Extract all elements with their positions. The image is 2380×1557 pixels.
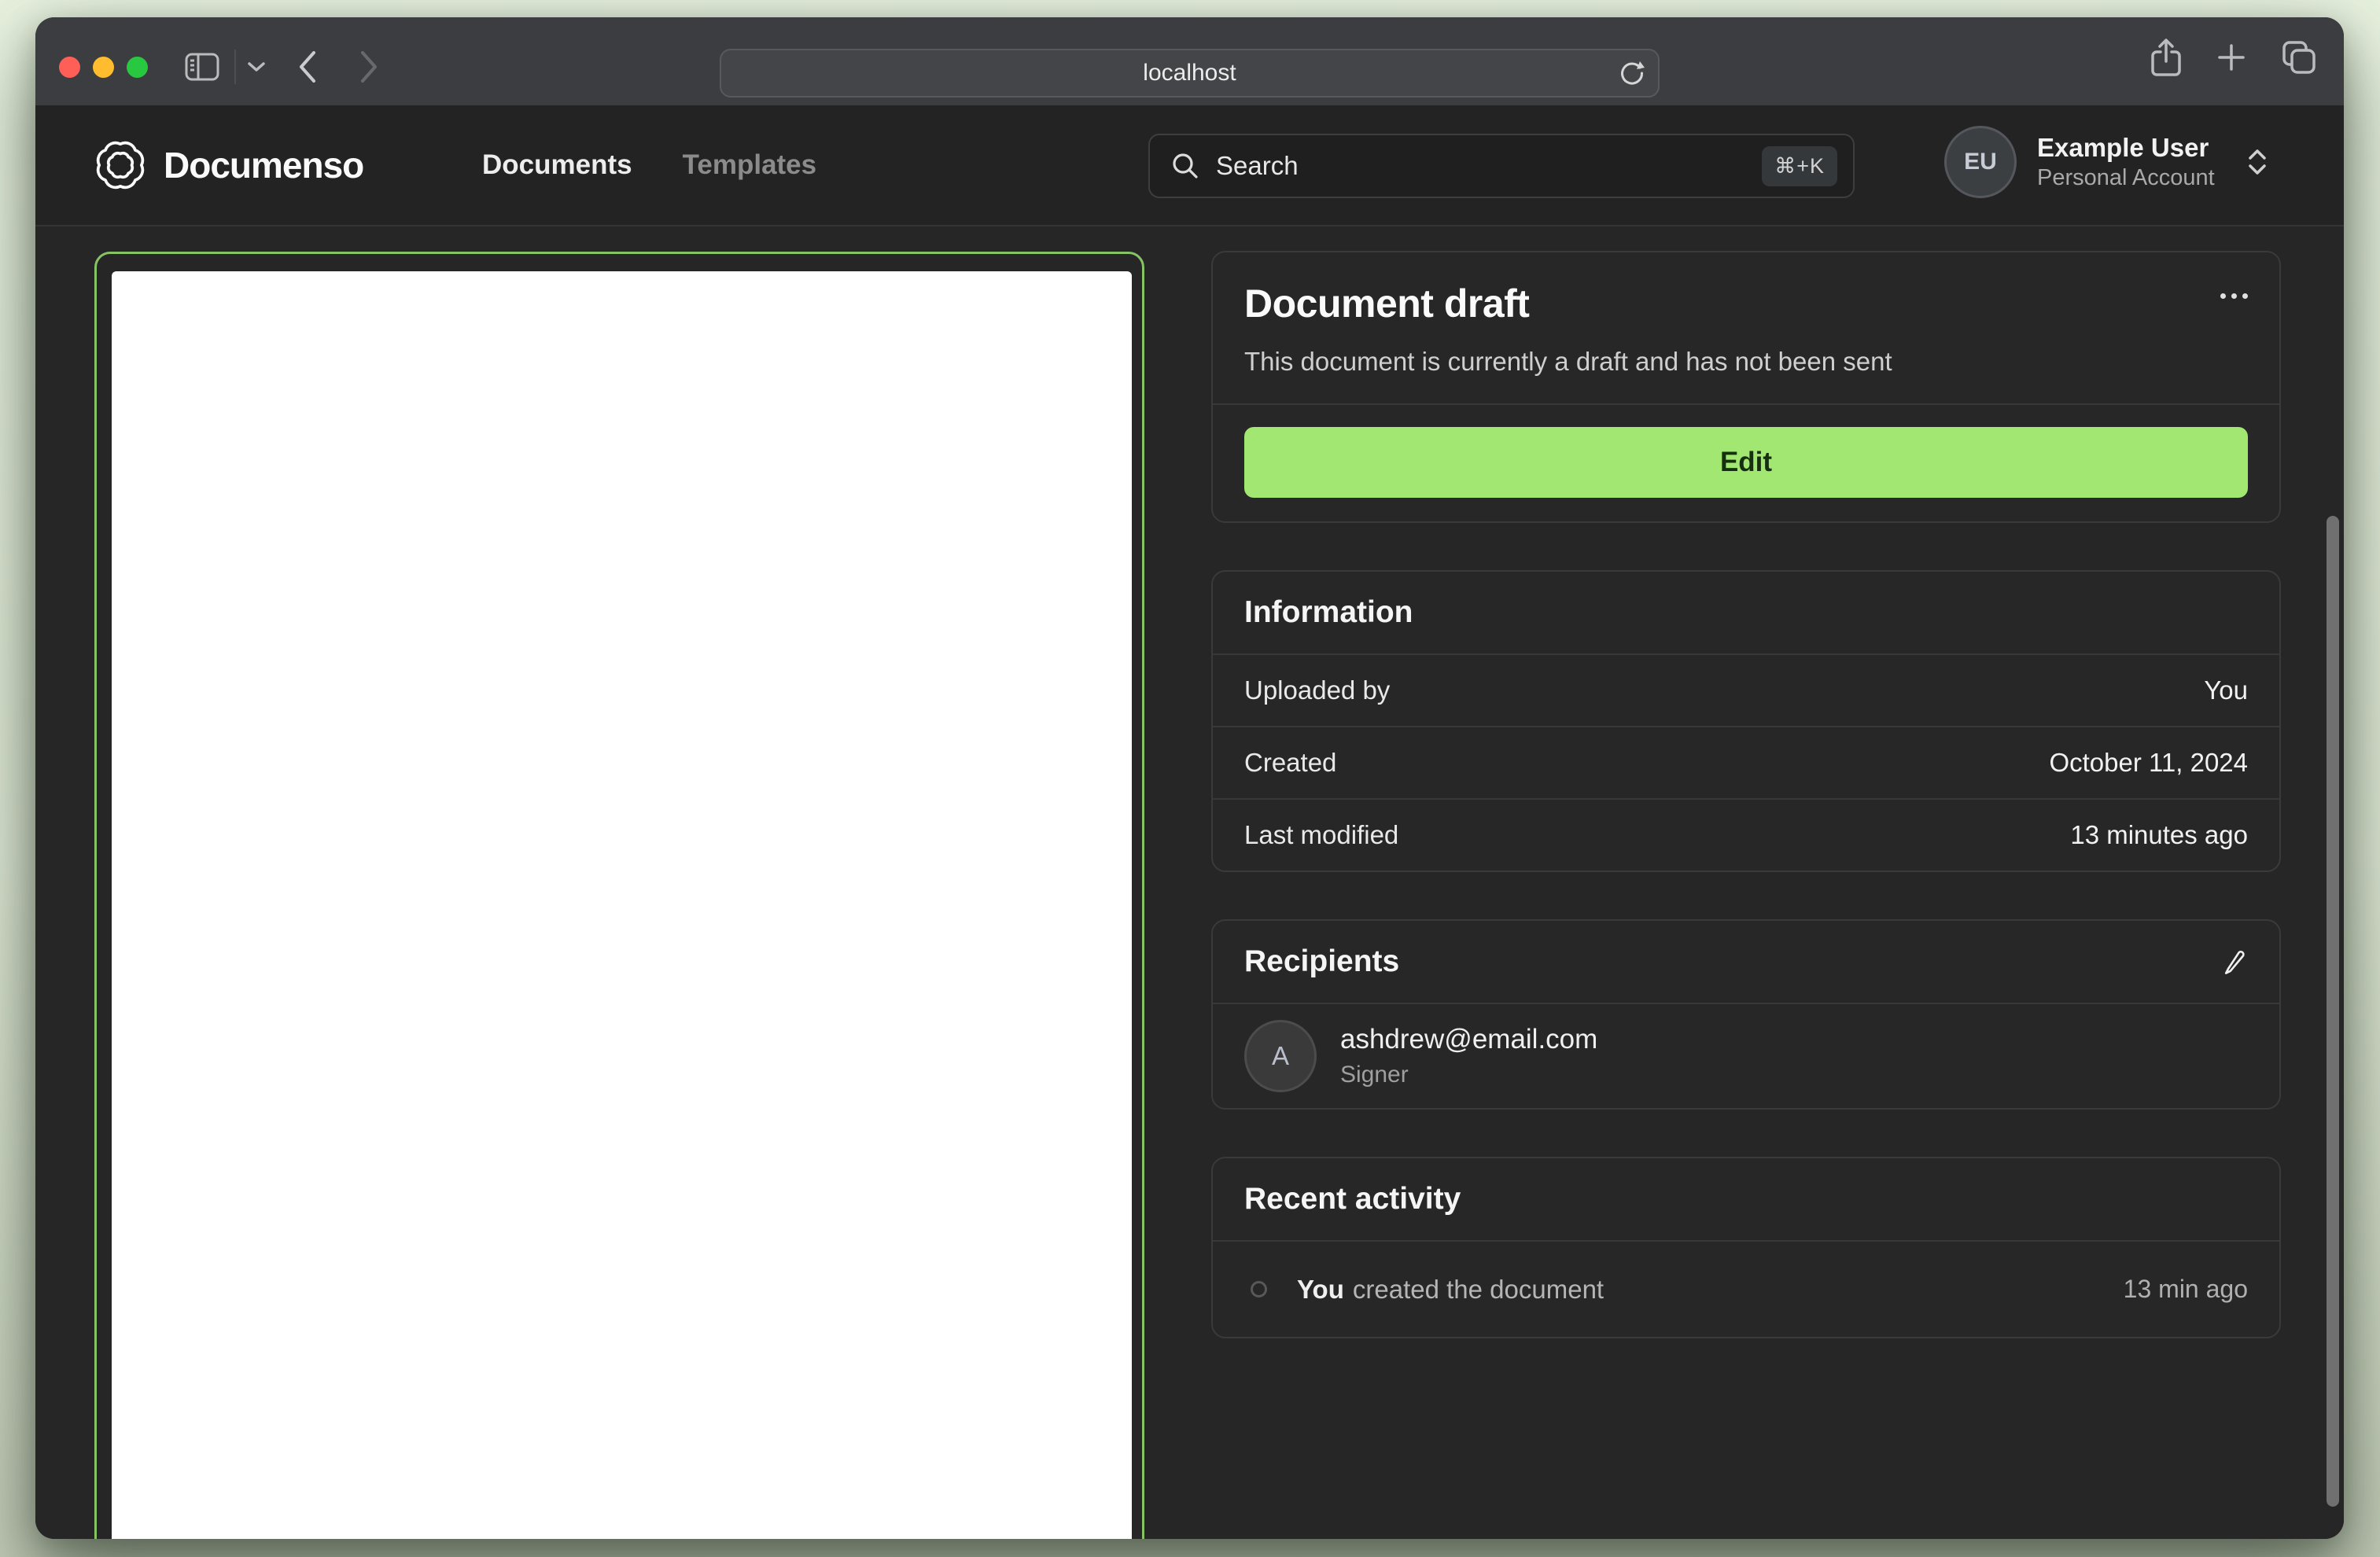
share-button[interactable] <box>2150 38 2182 77</box>
draft-status-card: Document draft This document is currentl… <box>1211 251 2281 523</box>
sidebar-icon <box>184 51 220 83</box>
recipient-details: ashdrew@email.com Signer <box>1340 1024 1597 1088</box>
documenso-logo-icon <box>94 139 146 191</box>
recipient-avatar: A <box>1244 1020 1317 1092</box>
brand-wordmark: Documenso <box>164 145 364 186</box>
account-labels: Example User Personal Account <box>2037 131 2215 193</box>
search-input[interactable]: Search ⌘+K <box>1148 134 1855 198</box>
search-placeholder: Search <box>1216 151 1299 180</box>
recipients-card: Recipients A ashdrew@email.com Signer <box>1211 919 2281 1110</box>
refresh-icon <box>1619 60 1645 86</box>
back-arrow-icon <box>297 50 318 84</box>
forward-button[interactable] <box>359 50 379 84</box>
activity-row: You created the document 13 min ago <box>1213 1240 2279 1337</box>
forward-arrow-icon <box>359 50 379 84</box>
more-options-button[interactable] <box>2220 281 2248 311</box>
info-row-uploaded-by: Uploaded by You <box>1213 653 2279 726</box>
activity-actor: You <box>1297 1274 1344 1304</box>
minimize-window-button[interactable] <box>93 56 114 78</box>
more-options-icon <box>2220 293 2248 299</box>
brand-home-link[interactable]: Documenso <box>94 139 364 191</box>
refresh-button[interactable] <box>1619 60 1645 86</box>
info-row-created: Created October 11, 2024 <box>1213 726 2279 798</box>
account-menu[interactable]: EU Example User Personal Account <box>1944 126 2268 198</box>
recipient-role: Signer <box>1340 1062 1409 1088</box>
toolbar-divider <box>234 50 236 84</box>
recipient-email: ashdrew@email.com <box>1340 1024 1598 1055</box>
browser-titlebar: localhost <box>35 17 2344 105</box>
url-bar[interactable]: localhost <box>720 49 1660 98</box>
sidebar-toggle-button[interactable] <box>184 51 220 83</box>
account-name: Example User <box>2037 132 2209 162</box>
primary-nav: Documents Templates <box>482 149 816 181</box>
tabs-overview-button[interactable] <box>2281 39 2317 75</box>
chevron-up-down-icon <box>2246 148 2268 176</box>
draft-card-subtitle: This document is currently a draft and h… <box>1244 347 1892 376</box>
account-type: Personal Account <box>2037 164 2215 190</box>
recipients-title: Recipients <box>1244 944 1400 978</box>
information-title: Information <box>1244 595 1413 629</box>
info-value: October 11, 2024 <box>2049 748 2248 777</box>
recipient-row: A ashdrew@email.com Signer <box>1213 1003 2279 1108</box>
vertical-scrollbar[interactable] <box>2327 516 2339 1507</box>
activity-action: created the document <box>1352 1274 1604 1304</box>
main-content: Document draft This document is currentl… <box>35 226 2344 1539</box>
search-icon <box>1170 151 1200 181</box>
info-label: Last modified <box>1244 820 1399 849</box>
recent-activity-title: Recent activity <box>1244 1182 1461 1216</box>
edit-button[interactable]: Edit <box>1244 427 2248 498</box>
zoom-window-button[interactable] <box>127 56 148 78</box>
search-shortcut-badge: ⌘+K <box>1762 145 1837 186</box>
plus-icon <box>2216 42 2246 72</box>
browser-window: localhost Documenso Documents Templates … <box>35 17 2344 1539</box>
pencil-icon <box>2221 948 2248 975</box>
info-row-last-modified: Last modified 13 minutes ago <box>1213 798 2279 871</box>
close-window-button[interactable] <box>59 56 80 78</box>
document-page <box>112 271 1132 1539</box>
info-value: 13 minutes ago <box>2070 820 2248 849</box>
tabs-overview-icon <box>2281 39 2317 75</box>
avatar: EU <box>1944 126 2017 198</box>
chevron-down-icon <box>247 61 266 72</box>
info-value: You <box>2204 675 2248 705</box>
information-card: Information Uploaded by You Created Octo… <box>1211 570 2281 872</box>
info-label: Created <box>1244 748 1337 777</box>
edit-recipients-button[interactable] <box>2221 948 2248 975</box>
recent-activity-card: Recent activity You created the document… <box>1211 1157 2281 1338</box>
document-sidebar: Document draft This document is currentl… <box>1211 251 2281 1386</box>
activity-text: You created the document <box>1297 1275 1604 1305</box>
share-icon <box>2150 38 2182 77</box>
draft-card-title: Document draft <box>1244 282 1530 326</box>
toolbar-chevron-button[interactable] <box>247 61 266 72</box>
new-tab-button[interactable] <box>2216 42 2246 72</box>
document-preview-frame <box>94 252 1144 1539</box>
activity-bullet-icon <box>1251 1281 1267 1298</box>
avatar-initials: EU <box>1964 149 1997 175</box>
recipient-initial: A <box>1271 1041 1289 1070</box>
nav-templates[interactable]: Templates <box>683 149 817 181</box>
app-header: Documenso Documents Templates Search ⌘+K… <box>35 105 2344 226</box>
info-label: Uploaded by <box>1244 675 1391 705</box>
window-controls <box>59 56 148 78</box>
activity-timestamp: 13 min ago <box>2123 1275 2248 1303</box>
nav-documents[interactable]: Documents <box>482 149 632 181</box>
url-text: localhost <box>1143 60 1236 86</box>
back-button[interactable] <box>297 50 318 84</box>
page-background: { "browser": { "url": "localhost" }, "he… <box>0 0 2380 1557</box>
